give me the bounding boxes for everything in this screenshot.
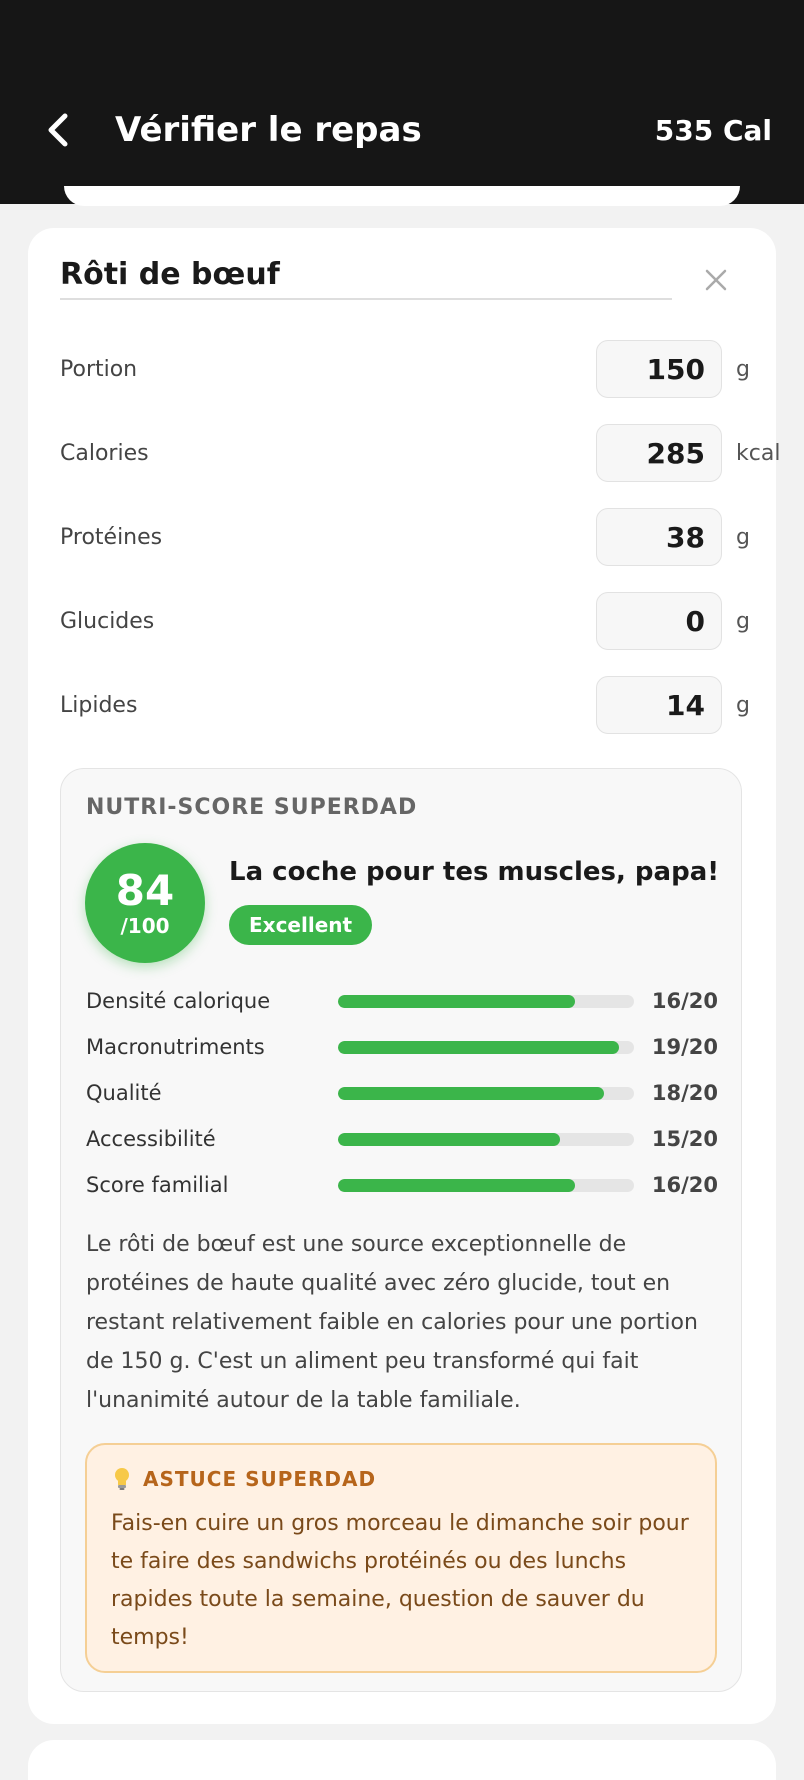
metric-label: Accessibilité — [86, 1127, 216, 1151]
metric-row: Score familial 16/20 — [86, 1167, 718, 1203]
carbs-input[interactable] — [596, 592, 722, 650]
close-icon — [705, 269, 727, 291]
metric-bar — [338, 1087, 634, 1100]
metric-label: Macronutriments — [86, 1035, 265, 1059]
field-unit: g — [736, 525, 750, 550]
total-calories: 535 Cal — [654, 114, 772, 147]
metric-bar — [338, 1041, 634, 1054]
score-circle: 84 /100 — [85, 843, 205, 963]
metric-bar-fill — [338, 1087, 605, 1100]
metric-bar-fill — [338, 1179, 575, 1192]
metric-row: Densité calorique 16/20 — [86, 983, 718, 1019]
field-carbs: Glucides g — [60, 592, 760, 652]
field-portion: Portion g — [60, 340, 760, 400]
score-badge: Excellent — [229, 905, 373, 945]
field-fats: Lipides g — [60, 676, 760, 736]
field-calories: Calories kcal — [60, 424, 780, 484]
metric-label: Qualité — [86, 1081, 162, 1105]
calories-input[interactable] — [596, 424, 722, 482]
tip-header: ASTUCE SUPERDAD — [113, 1467, 376, 1491]
field-unit: kcal — [736, 441, 781, 466]
metric-label: Densité calorique — [86, 989, 271, 1013]
previous-card-edge — [64, 186, 740, 206]
metric-row: Qualité 18/20 — [86, 1075, 718, 1111]
remove-food-button[interactable] — [698, 262, 734, 298]
field-label: Protéines — [60, 525, 163, 550]
next-card-edge — [28, 1740, 776, 1780]
portion-input[interactable] — [596, 340, 722, 398]
nutri-score-panel: NUTRI-SCORE SUPERDAD 84 /100 La coche po… — [60, 768, 742, 1692]
tip-text: Fais-en cuire un gros morceau le dimanch… — [111, 1511, 689, 1650]
score-max: /100 — [120, 914, 170, 938]
lightbulb-icon — [115, 1468, 129, 1490]
metric-bar — [338, 1179, 634, 1192]
metric-bar-fill — [338, 1133, 560, 1146]
back-button[interactable] — [40, 108, 76, 152]
field-label: Glucides — [60, 609, 155, 634]
food-card: Rôti de bœuf Portion g Calories kcal Pro… — [28, 228, 780, 1724]
tip-title: ASTUCE SUPERDAD — [143, 1467, 377, 1491]
field-label: Calories — [60, 441, 149, 466]
field-label: Lipides — [60, 693, 138, 718]
score-headline: La coche pour tes muscles, papa! — [229, 857, 720, 887]
field-unit: g — [736, 693, 750, 718]
metric-row: Accessibilité 15/20 — [86, 1121, 718, 1157]
app-header: Vérifier le repas 535 Cal — [0, 0, 804, 204]
score-description: Le rôti de bœuf est une source exception… — [86, 1232, 698, 1413]
field-proteins: Protéines g — [60, 508, 760, 568]
page-title: Vérifier le repas — [115, 110, 422, 150]
field-unit: g — [736, 609, 750, 634]
metric-bar-fill — [338, 1041, 620, 1054]
metric-value: 18/20 — [651, 1081, 718, 1105]
chevron-left-icon — [48, 113, 68, 147]
fats-input[interactable] — [596, 676, 722, 734]
nutri-score-title: NUTRI-SCORE SUPERDAD — [86, 795, 418, 820]
metric-row: Macronutriments 19/20 — [86, 1029, 718, 1065]
proteins-input[interactable] — [596, 508, 722, 566]
metric-bar-fill — [338, 995, 575, 1008]
score-value: 84 — [115, 866, 175, 915]
food-name[interactable]: Rôti de bœuf — [60, 252, 672, 300]
metric-value: 15/20 — [651, 1127, 718, 1151]
metric-value: 19/20 — [651, 1035, 718, 1059]
metric-value: 16/20 — [651, 989, 718, 1013]
metric-value: 16/20 — [651, 1173, 718, 1197]
metric-label: Score familial — [86, 1173, 229, 1197]
field-unit: g — [736, 357, 750, 382]
metric-bar — [338, 1133, 634, 1146]
tip-box: ASTUCE SUPERDAD Fais-en cuire un gros mo… — [85, 1443, 717, 1673]
metric-bar — [338, 995, 634, 1008]
field-label: Portion — [60, 357, 138, 382]
